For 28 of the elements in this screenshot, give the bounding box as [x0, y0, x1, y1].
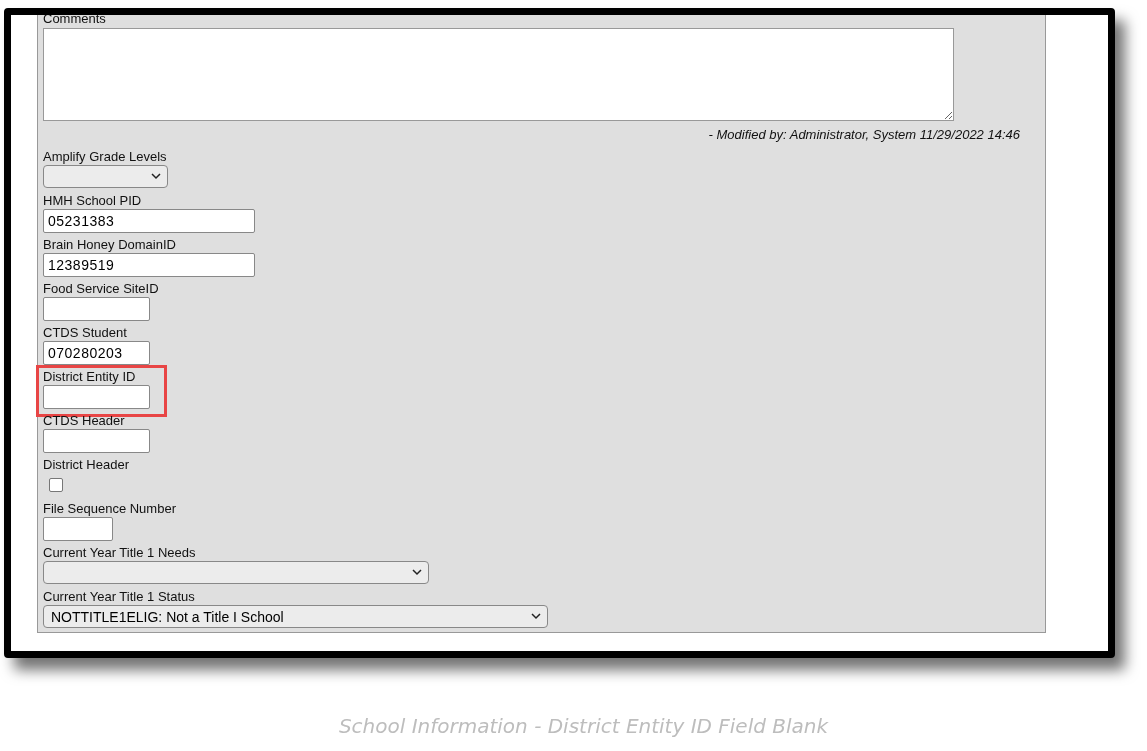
field-label: Brain Honey DomainID — [43, 238, 177, 252]
field-label: CTDS Student — [43, 326, 128, 340]
field-label: Current Year Title 1 Status — [43, 590, 196, 604]
text-field[interactable] — [43, 297, 150, 321]
field-label: District Entity ID — [43, 370, 137, 384]
checkbox[interactable] — [49, 478, 63, 492]
field-label: HMH School PID — [43, 194, 143, 208]
field-label: District Header — [43, 458, 129, 472]
text-field[interactable]: 05231383 — [43, 209, 255, 233]
dropdown[interactable]: NOTTITLE1ELIG: Not a Title I School — [43, 605, 548, 628]
modified-note: - Modified by: Administrator, System 11/29/2022 14:46 — [708, 127, 1020, 142]
text-field[interactable] — [43, 385, 150, 409]
dropdown[interactable] — [43, 561, 429, 584]
chevron-icon — [151, 173, 161, 180]
caption: School Information - District Entity ID Field Blank — [337, 714, 830, 738]
field-label: Food Service SiteID — [43, 282, 159, 296]
field-label: CTDS Header — [43, 414, 126, 428]
field-label: Amplify Grade Levels — [43, 150, 168, 164]
text-field[interactable]: 070280203 — [43, 341, 150, 365]
text-field[interactable] — [43, 429, 150, 453]
chevron-icon — [531, 613, 541, 620]
field-label: File Sequence Number — [43, 502, 176, 516]
text-field[interactable] — [43, 517, 113, 541]
comments-field[interactable] — [43, 28, 954, 121]
text-field[interactable]: 12389519 — [43, 253, 255, 277]
dropdown[interactable] — [43, 165, 168, 188]
field-label: Current Year Title 1 Needs — [43, 546, 197, 560]
chevron-icon — [412, 569, 422, 576]
